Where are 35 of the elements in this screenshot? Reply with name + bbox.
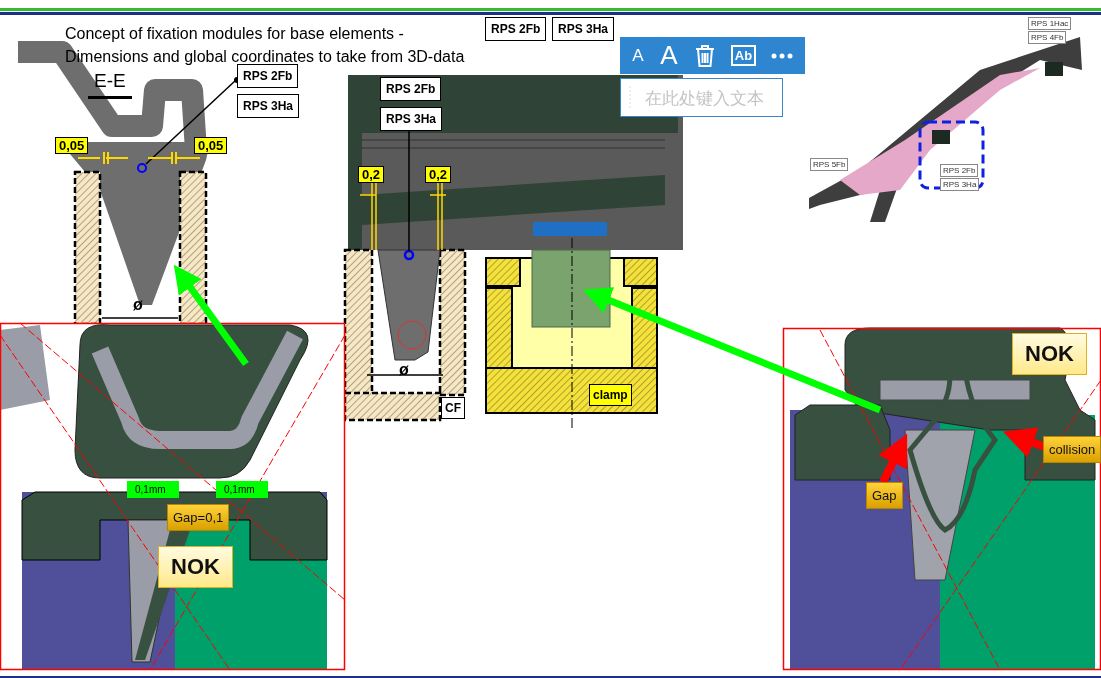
model-label: RPS 2Fb xyxy=(940,164,979,177)
section-label: E-E xyxy=(88,70,132,99)
note-label: Gap xyxy=(866,482,903,509)
note-label: Gap=0,1 xyxy=(167,504,230,531)
gap-arrow xyxy=(878,433,908,484)
measure-label: 0,1mm xyxy=(127,481,179,498)
dimension-label: 0,2 xyxy=(358,166,385,183)
font-larger-button[interactable]: A xyxy=(658,40,680,71)
part-label: clamp xyxy=(589,384,632,406)
verdict-label: NOK xyxy=(1012,333,1087,375)
diameter-mark: ø xyxy=(133,296,143,314)
measure-label: 0,1mm xyxy=(216,481,268,498)
text-input-field[interactable]: 在此处键入文本 xyxy=(620,78,783,117)
rps-label: RPS 3Ha xyxy=(552,17,615,41)
trash-icon xyxy=(694,43,717,68)
rps-label: RPS 2Fb xyxy=(380,77,442,101)
note-label: collision xyxy=(1043,436,1101,463)
part-label: CF xyxy=(441,397,465,419)
verdict-label: NOK xyxy=(158,546,233,588)
more-icon xyxy=(770,52,793,59)
rps-label: RPS 3Ha xyxy=(237,94,300,118)
dimension-label: 0,2 xyxy=(425,166,452,183)
rps-label: RPS 2Fb xyxy=(485,17,547,41)
dimension-label: 0,05 xyxy=(55,137,89,154)
rps-label: RPS 2Fb xyxy=(237,64,299,88)
text-style-button[interactable]: Ab xyxy=(730,45,757,66)
diameter-mark: ø xyxy=(399,361,409,379)
model-label: RPS 4Fb xyxy=(1028,31,1067,44)
model-label: RPS 1Hac xyxy=(1028,17,1072,30)
model-label: RPS 5Fb xyxy=(810,158,849,171)
model-label: RPS 3Ha xyxy=(940,178,980,191)
font-smaller-button[interactable]: A xyxy=(630,45,646,66)
rps-label: RPS 3Ha xyxy=(380,107,443,131)
dimension-label: 0,05 xyxy=(194,137,228,154)
title-line: Concept of fixation modules for base elements - xyxy=(65,24,405,44)
